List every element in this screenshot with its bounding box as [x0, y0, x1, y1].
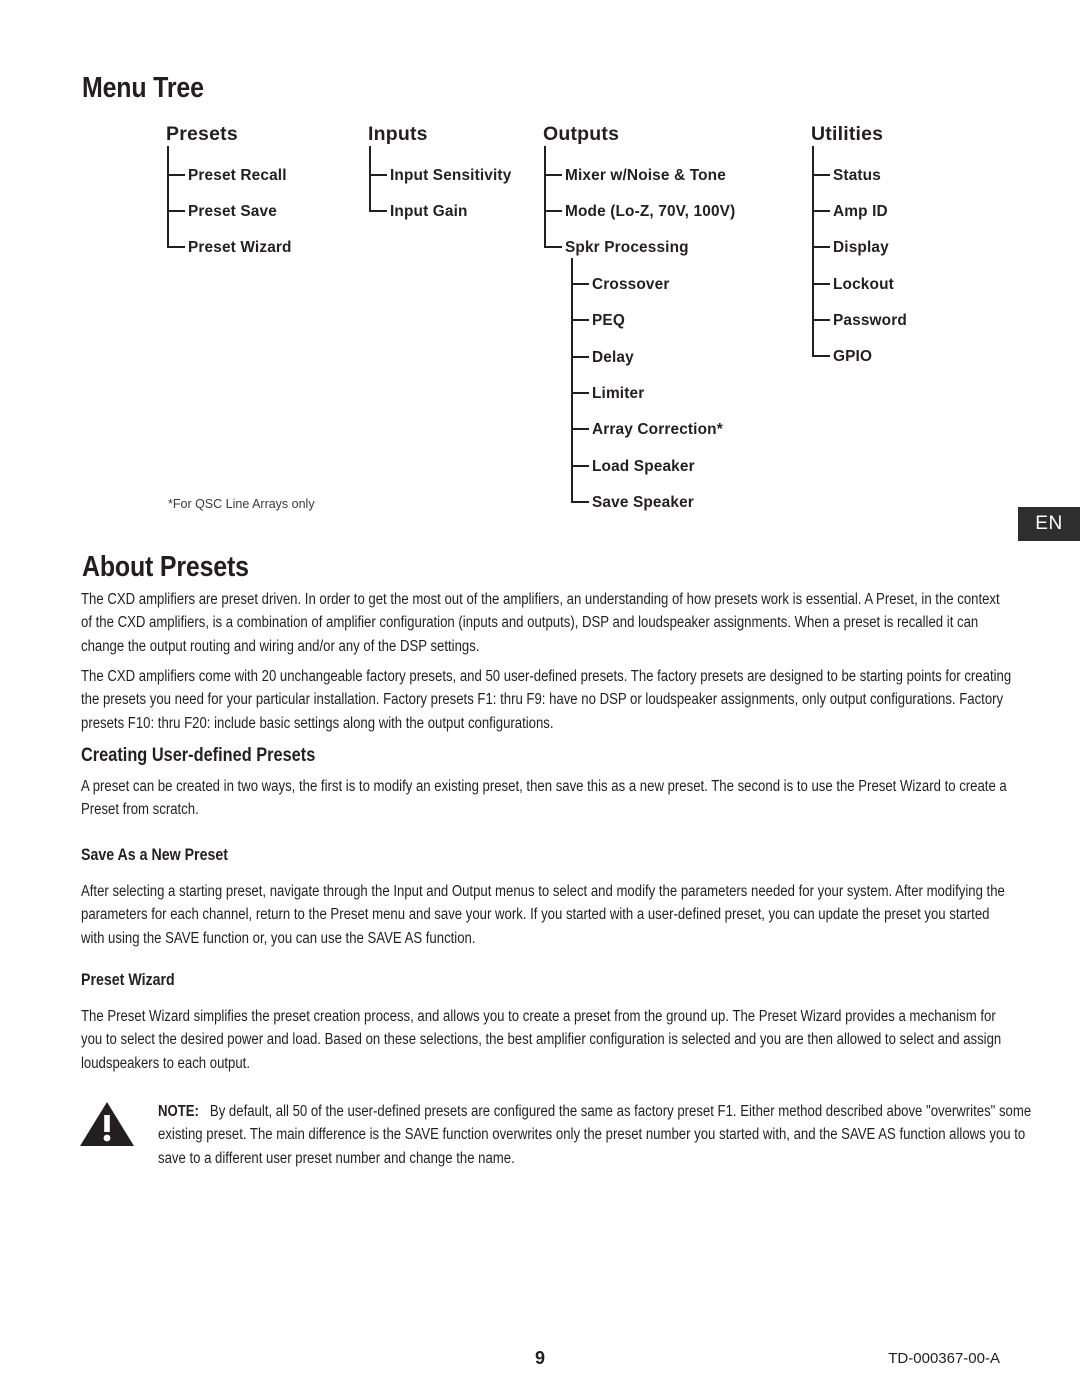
- warning-triangle-icon: [79, 1100, 135, 1148]
- tree-item-preset-recall[interactable]: Preset Recall: [188, 167, 287, 185]
- footer-page-number: 9: [534, 1348, 545, 1368]
- tree-item-mixer-noise-tone[interactable]: Mixer w/Noise & Tone: [565, 167, 726, 185]
- tree-branch-line: [812, 210, 830, 212]
- tree-item-password[interactable]: Password: [833, 312, 907, 330]
- tree-branch-line: [571, 283, 589, 285]
- tree-item-lockout[interactable]: Lockout: [833, 276, 894, 294]
- tree-item-load-speaker[interactable]: Load Speaker: [592, 458, 695, 476]
- heading-about-presets: About Presets: [82, 551, 249, 583]
- tree-branch-line: [812, 174, 830, 176]
- tree-item-gpio[interactable]: GPIO: [833, 348, 872, 366]
- tree-branch-line: [544, 210, 562, 212]
- heading-preset-wizard: Preset Wizard: [81, 971, 175, 989]
- note-text: By default, all 50 of the user-defined p…: [158, 1103, 1032, 1167]
- tree-branch-line: [571, 428, 589, 430]
- tree-item-input-sensitivity[interactable]: Input Sensitivity: [390, 167, 511, 185]
- tree-branch-line: [544, 174, 562, 176]
- tree-item-preset-save[interactable]: Preset Save: [188, 203, 277, 221]
- tree-branch-line: [571, 465, 589, 467]
- tree-item-peq[interactable]: PEQ: [592, 312, 625, 330]
- tree-item-status[interactable]: Status: [833, 167, 881, 185]
- tree-header-outputs: Outputs: [543, 123, 620, 145]
- tree-header-utilities: Utilities: [811, 123, 884, 145]
- preset-wizard-paragraph: The Preset Wizard simplifies the preset …: [81, 1008, 1002, 1072]
- tree-item-save-speaker[interactable]: Save Speaker: [592, 494, 694, 512]
- tree-item-preset-wizard[interactable]: Preset Wizard: [188, 239, 292, 257]
- tree-trunk-line: [167, 146, 169, 246]
- note-label: NOTE:: [158, 1103, 199, 1120]
- tree-branch-line: [812, 283, 830, 285]
- heading-save-as-new-preset: Save As a New Preset: [81, 846, 228, 864]
- tree-branch-line: [369, 210, 387, 212]
- tree-item-delay[interactable]: Delay: [592, 349, 634, 367]
- tree-branch-line: [812, 319, 830, 321]
- tree-branch-line: [571, 319, 589, 321]
- tree-branch-line: [571, 356, 589, 358]
- tree-item-display[interactable]: Display: [833, 239, 889, 257]
- tree-branch-line: [812, 246, 830, 248]
- tree-branch-line: [369, 174, 387, 176]
- tree-branch-line: [571, 392, 589, 394]
- tree-branch-line: [812, 355, 830, 357]
- about-presets-paragraph-2: The CXD amplifiers come with 20 unchange…: [81, 668, 1012, 732]
- tree-trunk-line: [812, 146, 814, 356]
- tree-item-amp-id[interactable]: Amp ID: [833, 203, 888, 221]
- language-tab-en[interactable]: EN: [1018, 507, 1080, 541]
- tree-item-spkr-processing[interactable]: Spkr Processing: [565, 239, 689, 257]
- tree-item-array-correction[interactable]: Array Correction*: [592, 421, 723, 439]
- tree-item-mode[interactable]: Mode (Lo-Z, 70V, 100V): [565, 203, 735, 221]
- tree-header-presets: Presets: [166, 123, 238, 145]
- heading-creating-user-defined-presets: Creating User-defined Presets: [81, 745, 316, 766]
- tree-item-limiter[interactable]: Limiter: [592, 385, 644, 403]
- tree-branch-line: [544, 246, 562, 248]
- creating-presets-paragraph: A preset can be created in two ways, the…: [81, 778, 1007, 819]
- tree-branch-line: [571, 501, 589, 503]
- footer-document-id: TD-000367-00-A: [888, 1350, 1000, 1367]
- save-as-new-preset-paragraph: After selecting a starting preset, navig…: [81, 883, 1005, 947]
- page-title-menu-tree: Menu Tree: [82, 72, 204, 104]
- tree-item-crossover[interactable]: Crossover: [592, 276, 669, 294]
- tree-trunk-line: [369, 146, 371, 210]
- tree-header-inputs: Inputs: [368, 123, 428, 145]
- manual-page: Menu Tree Presets Preset Recall Preset S…: [0, 0, 1080, 1397]
- tree-branch-line: [167, 246, 185, 248]
- tree-item-input-gain[interactable]: Input Gain: [390, 203, 468, 221]
- tree-branch-line: [167, 210, 185, 212]
- tree-trunk-line: [544, 146, 546, 246]
- about-presets-paragraph-1: The CXD amplifiers are preset driven. In…: [81, 591, 1000, 655]
- tree-branch-line: [167, 174, 185, 176]
- note-block: NOTE: By default, all 50 of the user-def…: [158, 1100, 1039, 1170]
- menu-tree-footnote: *For QSC Line Arrays only: [168, 497, 315, 511]
